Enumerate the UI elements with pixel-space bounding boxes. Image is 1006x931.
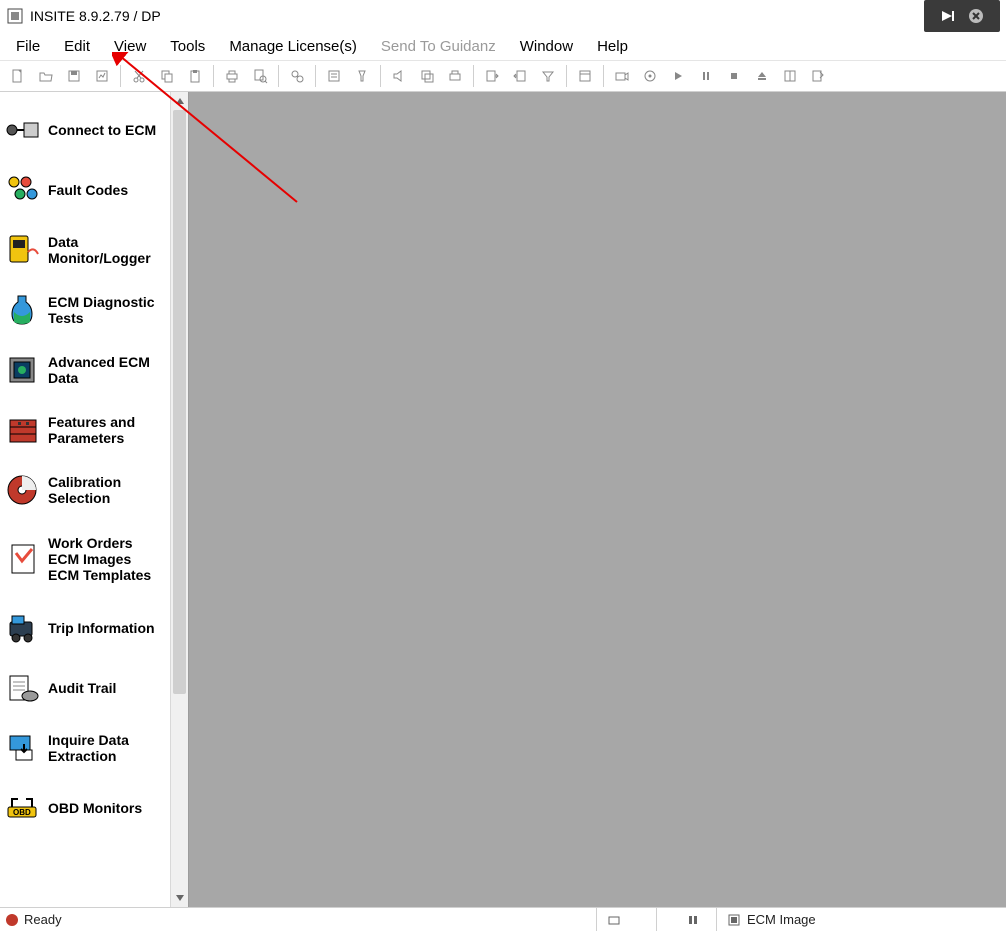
sidebar-item-work-orders[interactable]: Work Orders ECM Images ECM Templates <box>0 520 170 598</box>
menu-help[interactable]: Help <box>585 34 640 59</box>
statusbar: Ready ECM Image <box>0 907 1006 931</box>
pause-icon[interactable] <box>692 63 720 89</box>
open-doc-icon[interactable] <box>32 63 60 89</box>
sidebar-item-trip-info[interactable]: Trip Information <box>0 598 170 658</box>
speaker-icon[interactable] <box>385 63 413 89</box>
workspace: Connect to ECM Fault Codes Data Monitor/… <box>0 92 1006 907</box>
app-icon <box>6 7 24 25</box>
printer2-icon[interactable] <box>441 63 469 89</box>
sidebar-item-inquire-data[interactable]: Inquire Data Extraction <box>0 718 170 778</box>
scroll-down-icon[interactable] <box>171 889 188 907</box>
layout-icon[interactable] <box>776 63 804 89</box>
overlay-icon[interactable] <box>413 63 441 89</box>
disc-icon[interactable] <box>636 63 664 89</box>
features-params-icon <box>4 410 44 450</box>
status-seg-2 <box>656 908 716 931</box>
eject-icon[interactable] <box>748 63 776 89</box>
sidebar-scrollbar[interactable] <box>170 92 188 907</box>
print-icon[interactable] <box>218 63 246 89</box>
svg-text:OBD: OBD <box>13 808 31 817</box>
cut-icon[interactable] <box>125 63 153 89</box>
sidebar-item-label: ECM Diagnostic Tests <box>48 294 166 326</box>
status-ecm-image-label: ECM Image <box>747 912 816 927</box>
menu-tools[interactable]: Tools <box>158 34 217 59</box>
menu-manage-licenses[interactable]: Manage License(s) <box>217 34 369 59</box>
sidebar-item-label: Work Orders ECM Images ECM Templates <box>48 535 151 583</box>
sidebar-item-data-monitor[interactable]: Data Monitor/Logger <box>0 220 170 280</box>
sidebar-item-advanced-ecm[interactable]: Advanced ECM Data <box>0 340 170 400</box>
sidebar-item-label: Trip Information <box>48 620 155 636</box>
import-icon[interactable] <box>506 63 534 89</box>
scroll-track[interactable] <box>171 110 188 889</box>
sidebar-item-obd-monitors[interactable]: OBD OBD Monitors <box>0 778 170 838</box>
work-orders-icon <box>4 539 44 579</box>
inquire-data-icon <box>4 728 44 768</box>
find-icon[interactable] <box>283 63 311 89</box>
diagnostic-tests-icon <box>4 290 44 330</box>
flashlight-icon[interactable] <box>348 63 376 89</box>
advanced-ecm-icon <box>4 350 44 390</box>
toolbar <box>0 60 1006 92</box>
status-seg-ecm-image: ECM Image <box>716 908 1006 931</box>
play-icon[interactable] <box>664 63 692 89</box>
menubar: File Edit View Tools Manage License(s) S… <box>0 32 1006 60</box>
window-icon[interactable] <box>571 63 599 89</box>
scroll-up-icon[interactable] <box>171 92 188 110</box>
export-icon[interactable] <box>478 63 506 89</box>
sidebar-item-label: Advanced ECM Data <box>48 354 166 386</box>
notes-icon[interactable] <box>320 63 348 89</box>
status-seg-1 <box>596 908 656 931</box>
trip-info-icon <box>4 608 44 648</box>
sidebar: Connect to ECM Fault Codes Data Monitor/… <box>0 92 170 907</box>
content-area <box>189 92 1006 907</box>
sidebar-item-features-params[interactable]: Features and Parameters <box>0 400 170 460</box>
close-icon[interactable] <box>962 4 990 28</box>
status-mini-icon-2 <box>686 913 700 927</box>
audit-trail-icon <box>4 668 44 708</box>
ecm-image-icon <box>727 913 741 927</box>
new-doc-icon[interactable] <box>4 63 32 89</box>
sidebar-item-label: OBD Monitors <box>48 800 142 816</box>
sidebar-item-label: Inquire Data Extraction <box>48 732 166 764</box>
sidebar-item-connect-ecm[interactable]: Connect to ECM <box>0 100 170 160</box>
status-ready-label: Ready <box>24 912 62 927</box>
sidebar-item-label: Data Monitor/Logger <box>48 234 166 266</box>
menu-file[interactable]: File <box>4 34 52 59</box>
menu-send-to-guidanz[interactable]: Send To Guidanz <box>369 34 508 59</box>
sidebar-item-diagnostic-tests[interactable]: ECM Diagnostic Tests <box>0 280 170 340</box>
status-ready: Ready <box>0 912 68 927</box>
sidebar-item-label: Connect to ECM <box>48 122 156 138</box>
sidebar-item-audit-trail[interactable]: Audit Trail <box>0 658 170 718</box>
sidebar-item-label: Calibration Selection <box>48 474 166 506</box>
stop-icon[interactable] <box>720 63 748 89</box>
data-monitor-icon <box>4 230 44 270</box>
title-flag-icon[interactable] <box>934 4 962 28</box>
camera-icon[interactable] <box>608 63 636 89</box>
calibration-icon <box>4 470 44 510</box>
scroll-thumb[interactable] <box>173 110 186 694</box>
menu-view[interactable]: View <box>102 34 158 59</box>
edit-icon[interactable] <box>804 63 832 89</box>
save-graph-icon[interactable] <box>88 63 116 89</box>
app-title: INSITE 8.9.2.79 / DP <box>30 8 161 24</box>
filter-icon[interactable] <box>534 63 562 89</box>
titlebar: INSITE 8.9.2.79 / DP <box>0 0 1006 32</box>
sidebar-item-label: Fault Codes <box>48 182 128 198</box>
status-mini-icon-1 <box>607 913 621 927</box>
title-button-group <box>924 0 1000 32</box>
copy-icon[interactable] <box>153 63 181 89</box>
menu-window[interactable]: Window <box>508 34 585 59</box>
save-icon[interactable] <box>60 63 88 89</box>
obd-monitors-icon: OBD <box>4 788 44 828</box>
sidebar-item-calibration[interactable]: Calibration Selection <box>0 460 170 520</box>
print-preview-icon[interactable] <box>246 63 274 89</box>
connect-ecm-icon <box>4 110 44 150</box>
sidebar-item-label: Audit Trail <box>48 680 116 696</box>
paste-icon[interactable] <box>181 63 209 89</box>
status-dot-icon <box>6 914 18 926</box>
menu-edit[interactable]: Edit <box>52 34 102 59</box>
sidebar-item-label: Features and Parameters <box>48 414 166 446</box>
fault-codes-icon <box>4 170 44 210</box>
sidebar-item-fault-codes[interactable]: Fault Codes <box>0 160 170 220</box>
